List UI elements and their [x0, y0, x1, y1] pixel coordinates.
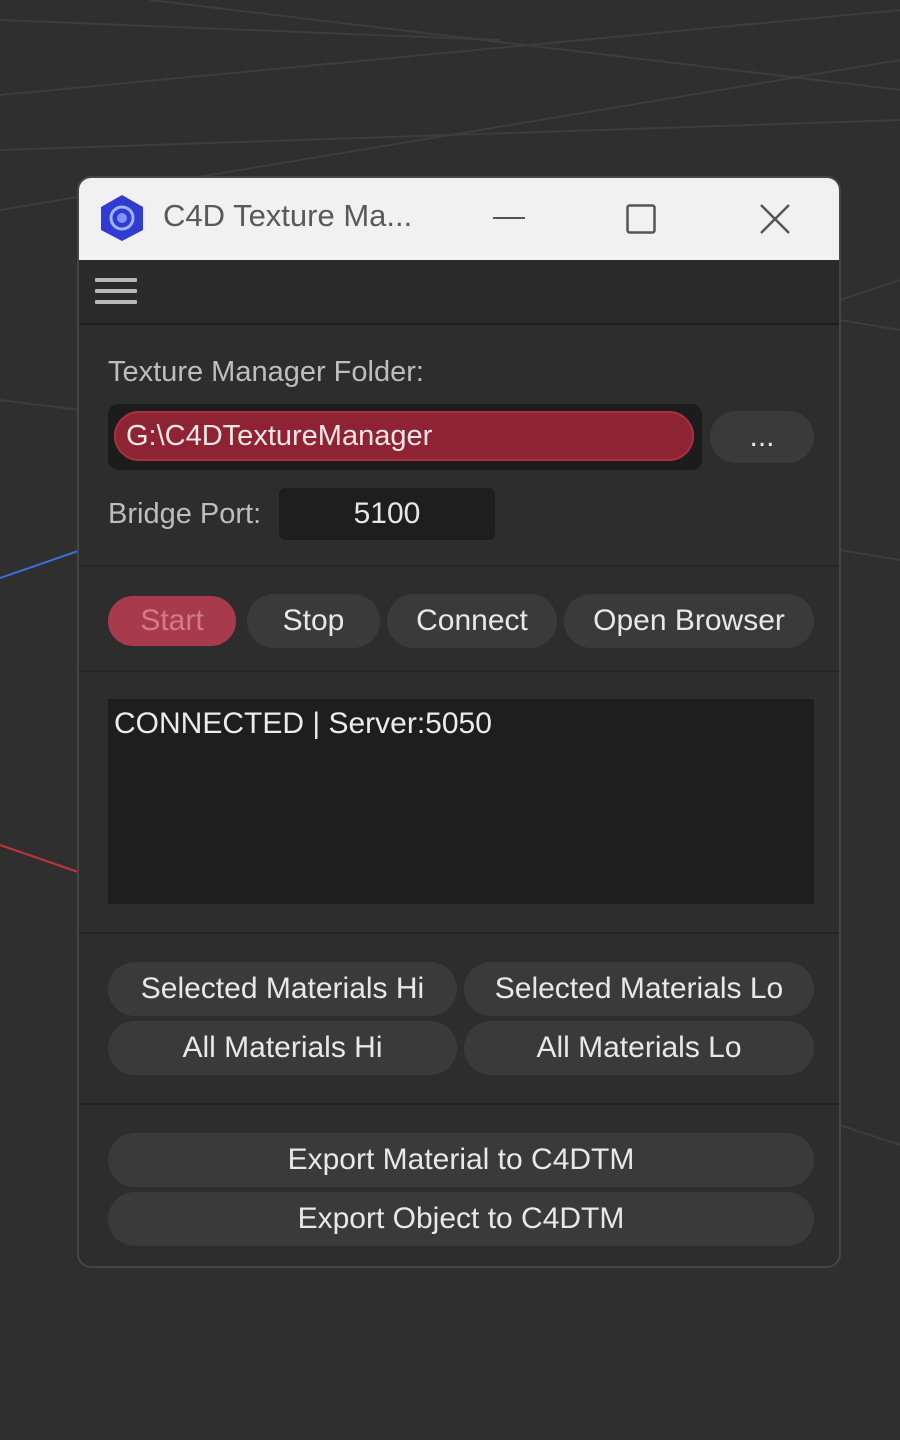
menu-bar [79, 260, 839, 325]
section-divider [79, 1103, 839, 1105]
bridge-port-input[interactable]: 5100 [279, 488, 495, 540]
c4d-app-icon [101, 195, 143, 241]
browse-folder-button[interactable]: ... [710, 411, 814, 463]
maximize-button[interactable] [601, 178, 681, 260]
hamburger-menu-icon[interactable] [95, 274, 137, 308]
status-text: CONNECTED | Server:5050 [114, 707, 492, 740]
maximize-icon [626, 204, 656, 234]
title-bar[interactable]: C4D Texture Ma... [79, 178, 839, 260]
section-divider [79, 565, 839, 567]
minimize-button[interactable] [469, 178, 549, 260]
minimize-icon [493, 217, 525, 219]
selected-materials-hi-button[interactable]: Selected Materials Hi [108, 962, 457, 1016]
close-button[interactable] [735, 178, 815, 260]
close-icon [760, 204, 790, 234]
section-divider [79, 670, 839, 672]
folder-field-well: G:\C4DTextureManager [108, 404, 702, 470]
bridge-port-label: Bridge Port: [108, 498, 262, 530]
stop-button[interactable]: Stop [247, 594, 380, 648]
texture-manager-window: C4D Texture Ma... Texture Manager Folder… [77, 176, 841, 1268]
start-button[interactable]: Start [108, 596, 236, 646]
export-object-button[interactable]: Export Object to C4DTM [108, 1192, 814, 1246]
all-materials-hi-button[interactable]: All Materials Hi [108, 1021, 457, 1075]
all-materials-lo-button[interactable]: All Materials Lo [464, 1021, 814, 1075]
status-output: CONNECTED | Server:5050 [108, 699, 814, 904]
connect-button[interactable]: Connect [387, 594, 557, 648]
folder-path-input[interactable]: G:\C4DTextureManager [114, 411, 694, 461]
folder-label: Texture Manager Folder: [108, 356, 424, 388]
selected-materials-lo-button[interactable]: Selected Materials Lo [464, 962, 814, 1016]
open-browser-button[interactable]: Open Browser [564, 594, 814, 648]
section-divider [79, 932, 839, 934]
window-title: C4D Texture Ma... [163, 198, 413, 233]
export-material-button[interactable]: Export Material to C4DTM [108, 1133, 814, 1187]
